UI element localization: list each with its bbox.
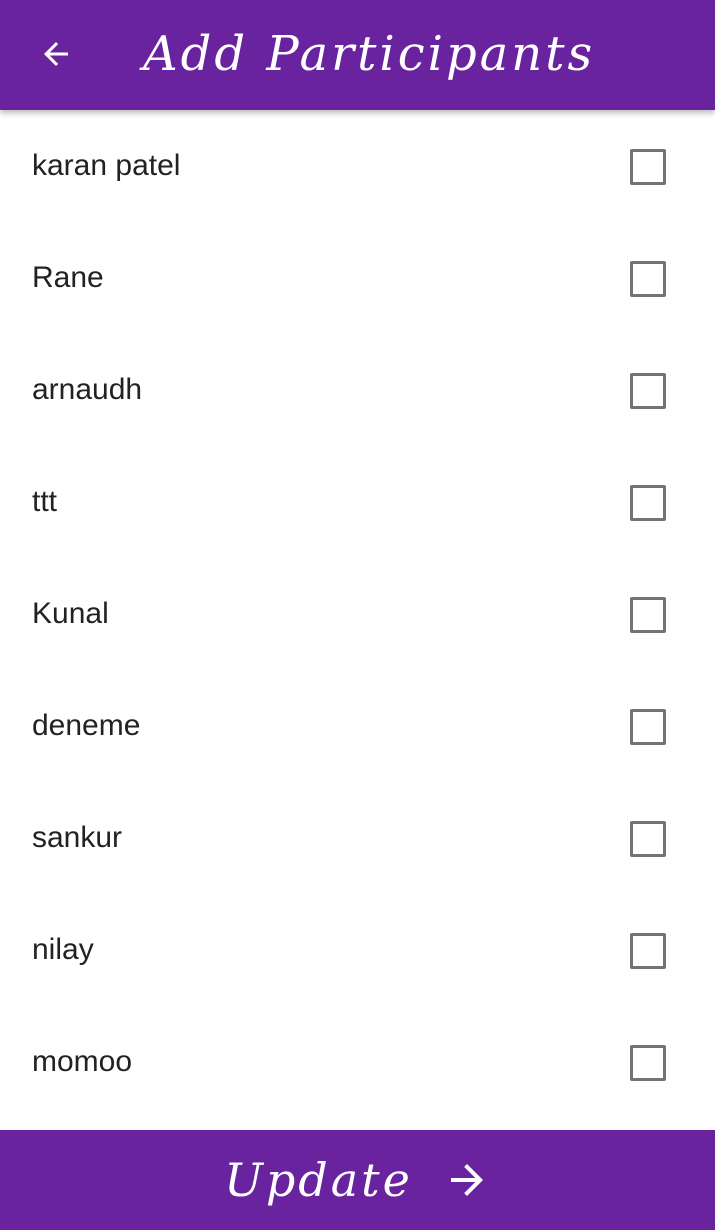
- list-item[interactable]: nilay: [0, 894, 715, 1006]
- participant-name: sankur: [32, 821, 123, 854]
- list-item[interactable]: arnaudh: [0, 334, 715, 446]
- update-label: Update: [224, 1153, 413, 1207]
- list-item[interactable]: karan patel: [0, 110, 715, 222]
- list-item[interactable]: sankur: [0, 782, 715, 894]
- app-bar: Add Participants: [0, 0, 715, 110]
- participant-checkbox[interactable]: [630, 485, 666, 521]
- list-item[interactable]: Kunal: [0, 558, 715, 670]
- participant-checkbox[interactable]: [630, 373, 666, 409]
- participant-checkbox[interactable]: [630, 709, 666, 745]
- participant-checkbox[interactable]: [630, 597, 666, 633]
- list-item[interactable]: ttt: [0, 446, 715, 558]
- list-item[interactable]: momoo: [0, 1006, 715, 1118]
- list-item[interactable]: deneme: [0, 670, 715, 782]
- participant-name: ttt: [32, 485, 58, 518]
- participant-name: nilay: [32, 933, 94, 966]
- update-button[interactable]: Update: [0, 1130, 715, 1230]
- participant-checkbox[interactable]: [630, 1045, 666, 1081]
- participant-name: momoo: [32, 1045, 133, 1078]
- participant-name: Rane: [32, 261, 104, 294]
- participant-name: deneme: [32, 709, 141, 742]
- participant-checkbox[interactable]: [630, 149, 666, 185]
- list-item[interactable]: Rane: [0, 222, 715, 334]
- participant-checkbox[interactable]: [630, 821, 666, 857]
- page-title: Add Participants: [143, 26, 596, 82]
- participant-checkbox[interactable]: [630, 261, 666, 297]
- back-button[interactable]: [26, 24, 86, 84]
- participant-name: Kunal: [32, 597, 109, 630]
- participant-name: karan patel: [32, 149, 181, 182]
- arrow-back-icon: [38, 36, 74, 72]
- arrow-forward-icon: [443, 1156, 491, 1204]
- participants-list: karan patel Rane arnaudh ttt Kunal denem…: [0, 110, 715, 1130]
- participant-checkbox[interactable]: [630, 933, 666, 969]
- participant-name: arnaudh: [32, 373, 143, 406]
